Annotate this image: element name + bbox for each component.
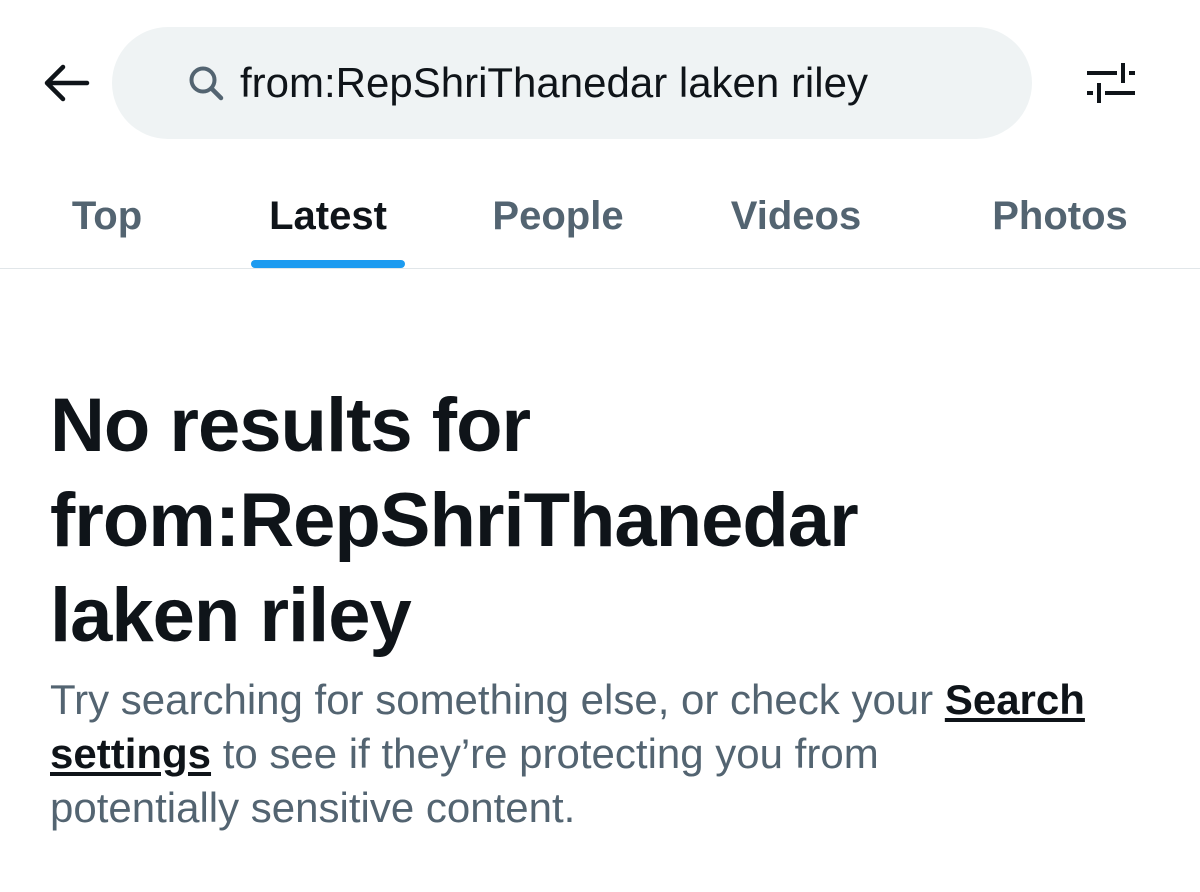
back-button[interactable]: [36, 55, 96, 111]
sliders-icon: [1087, 63, 1135, 103]
description-text: Try searching for something else, or che…: [50, 676, 945, 723]
tab-label: Videos: [730, 194, 862, 238]
search-filter-button[interactable]: [1076, 55, 1146, 111]
tab-label: Top: [71, 194, 143, 238]
search-tabs: Top Latest People Videos Photos: [0, 165, 1200, 269]
active-tab-indicator: [251, 260, 405, 268]
tab-people[interactable]: People: [470, 165, 646, 268]
tab-label: People: [492, 194, 624, 238]
search-bar[interactable]: [112, 27, 1032, 139]
tab-top[interactable]: Top: [50, 165, 164, 268]
tab-label: Photos: [992, 194, 1128, 238]
empty-state-title: No results for from:RepShriThanedar lake…: [50, 378, 1160, 663]
arrow-left-icon: [44, 64, 90, 102]
empty-title-line: from:RepShriThanedar: [50, 478, 859, 563]
tab-photos[interactable]: Photos: [968, 165, 1152, 268]
description-text: to see if they’re protecting you from: [211, 730, 879, 777]
tab-label: Latest: [269, 194, 387, 238]
empty-title-line: No results for: [50, 383, 531, 468]
tab-latest[interactable]: Latest: [240, 165, 416, 268]
empty-title-line: laken riley: [50, 573, 412, 658]
search-input[interactable]: [240, 59, 960, 107]
search-icon: [184, 61, 228, 105]
description-text: potentially sensitive content.: [50, 784, 576, 831]
tab-videos[interactable]: Videos: [706, 165, 886, 268]
empty-state: No results for from:RepShriThanedar lake…: [50, 378, 1160, 835]
search-header: [0, 0, 1200, 165]
empty-state-description: Try searching for something else, or che…: [50, 673, 1160, 835]
